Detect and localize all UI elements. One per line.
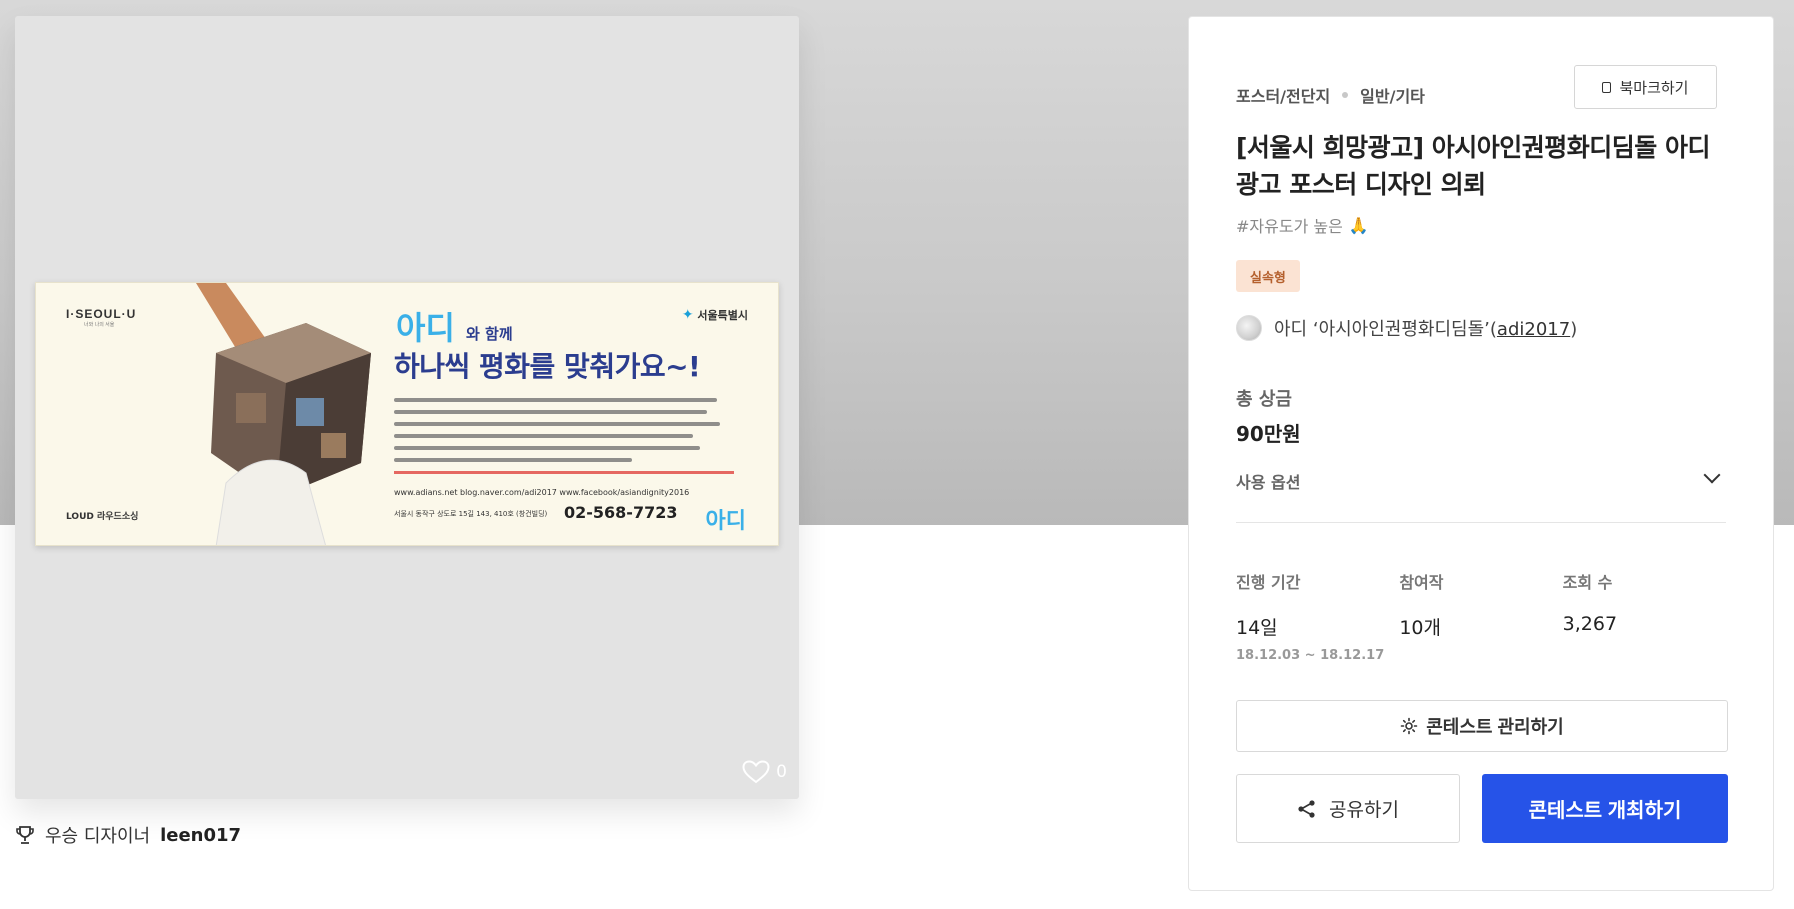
manage-contest-button[interactable]: 콘테스트 관리하기 <box>1236 700 1728 752</box>
stat-entries: 참여작 10개 <box>1399 569 1562 663</box>
gear-icon <box>1400 717 1418 735</box>
stat-label: 참여작 <box>1399 573 1444 592</box>
like-button[interactable]: 0 <box>742 760 787 784</box>
banner-phone: 02-568-7723 <box>564 503 678 522</box>
contest-stats: 진행 기간 14일 18.12.03 ~ 18.12.17 참여작 10개 조회… <box>1236 569 1726 663</box>
banner-adi-logo: 아디 <box>705 509 746 534</box>
banner-body-text <box>394 398 734 470</box>
contest-host[interactable]: 아디 ‘아시아인권평화디딤돌’(adi2017) <box>1236 315 1577 341</box>
hands-cube-illustration <box>196 283 371 545</box>
winner-label: 우승 디자이너 <box>45 826 151 847</box>
contest-title: [서울시 희망광고] 아시아인권평화디딤돌 아디 광고 포스터 디자인 의뢰 <box>1236 133 1710 199</box>
stat-value: 3,267 <box>1562 613 1618 635</box>
stat-label: 조회 수 <box>1562 573 1613 592</box>
contest-tag: #자유도가 높은 🙏 <box>1236 215 1369 237</box>
banner-headline: 하나씩 평화를 맞춰가요~! <box>394 350 701 383</box>
usage-options-label: 사용 옵션 <box>1236 473 1301 492</box>
breadcrumb-separator <box>1342 92 1349 98</box>
host-name: 아디 ‘아시아인권평화디딤돌’ <box>1274 319 1490 340</box>
prize-value: 90만원 <box>1236 422 1301 446</box>
banner-contact: www.adians.net blog.naver.com/adi2017 ww… <box>394 488 690 497</box>
trophy-icon <box>16 826 34 844</box>
banner-address: 서울시 동작구 상도로 15길 143, 410호 (창건빌딩) <box>394 510 548 518</box>
bookmark-button[interactable]: 북마크하기 <box>1574 65 1717 109</box>
prize-label: 총 상금 <box>1236 389 1292 410</box>
chevron-down-icon <box>1703 466 1721 484</box>
host-id-link[interactable]: adi2017 <box>1497 319 1570 340</box>
banner-adi-title: 아디 와 함께 <box>396 309 513 347</box>
avatar <box>1236 315 1262 341</box>
seoul-logo: I·SEOUL·U 너와 나의 서울 <box>66 307 137 328</box>
share-icon <box>1298 799 1315 818</box>
praying-hands-icon: 🙏 <box>1348 215 1369 235</box>
winner-name[interactable]: leen017 <box>160 825 241 846</box>
usage-options-toggle[interactable]: 사용 옵션 <box>1236 466 1726 523</box>
winner-designer: 우승 디자이너 leen017 <box>15 822 241 848</box>
stat-value: 14일 <box>1236 617 1278 639</box>
contest-info-panel: 포스터/전단지 일반/기타 북마크하기 [서울시 희망광고] 아시아인권평화디딤… <box>1188 16 1774 891</box>
banner-highlight-line <box>394 471 734 474</box>
plan-badge: 실속형 <box>1236 260 1300 292</box>
breadcrumb-subcategory[interactable]: 일반/기타 <box>1360 83 1425 107</box>
loud-logo: LOUD 라우드소싱 <box>66 512 139 522</box>
winning-artwork-card[interactable]: I·SEOUL·U 너와 나의 서울 아디 와 함께 하나씩 평화를 맞춰가요~… <box>15 16 799 799</box>
stat-value: 10개 <box>1399 617 1441 639</box>
like-count: 0 <box>776 762 787 782</box>
bookmark-icon <box>1602 81 1612 93</box>
breadcrumb-category[interactable]: 포스터/전단지 <box>1236 83 1330 107</box>
stat-date-range: 18.12.03 ~ 18.12.17 <box>1236 648 1385 663</box>
host-contest-button[interactable]: 콘테스트 개최하기 <box>1482 774 1728 843</box>
artwork-banner[interactable]: I·SEOUL·U 너와 나의 서울 아디 와 함께 하나씩 평화를 맞춰가요~… <box>35 282 779 546</box>
share-button[interactable]: 공유하기 <box>1236 774 1460 843</box>
stat-label: 진행 기간 <box>1236 573 1301 592</box>
stat-views: 조회 수 3,267 <box>1563 569 1726 663</box>
heart-icon <box>742 760 770 784</box>
category-breadcrumb: 포스터/전단지 일반/기타 <box>1236 83 1425 107</box>
seoul-city-logo: ✦ 서울특별시 <box>681 307 748 323</box>
stat-duration: 진행 기간 14일 18.12.03 ~ 18.12.17 <box>1236 569 1399 663</box>
